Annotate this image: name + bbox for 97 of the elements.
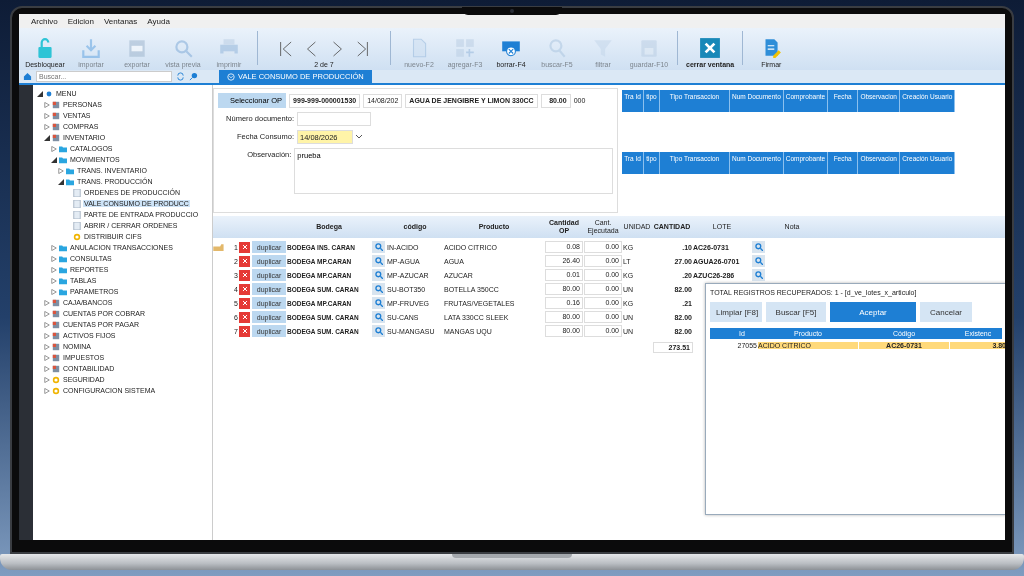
module-icon	[52, 122, 60, 131]
pin-icon[interactable]	[189, 72, 198, 81]
search-icon	[374, 327, 383, 335]
module-icon	[52, 100, 60, 109]
collapsed-arrow-icon[interactable]	[44, 343, 50, 350]
search-button[interactable]	[372, 297, 385, 309]
dialog-button[interactable]: Limpiar [F8]	[710, 302, 762, 322]
magnifier-icon	[172, 37, 194, 59]
next-icon[interactable]	[330, 39, 344, 59]
dialog-button[interactable]: Aceptar	[830, 302, 916, 322]
close-icon	[241, 300, 248, 306]
last-record-icon[interactable]	[356, 39, 370, 59]
circle-chevron-icon	[227, 72, 235, 81]
search-button[interactable]	[752, 255, 765, 267]
first-record-icon[interactable]	[278, 39, 292, 59]
collapsed-arrow-icon[interactable]	[44, 354, 50, 361]
search-icon	[754, 271, 763, 279]
search-button[interactable]	[372, 283, 385, 295]
module-icon	[52, 353, 60, 362]
gear-icon	[73, 232, 81, 241]
collapsed-arrow-icon[interactable]	[44, 310, 50, 317]
search-button[interactable]	[752, 241, 765, 253]
close-icon	[241, 258, 248, 264]
search-icon	[374, 313, 383, 321]
search-icon	[374, 299, 383, 307]
delete-row-button[interactable]	[239, 269, 250, 281]
search-icon	[754, 257, 763, 265]
search-button[interactable]	[372, 325, 385, 337]
collapsed-arrow-icon[interactable]	[44, 321, 50, 328]
module-icon	[52, 133, 60, 142]
menubar-item[interactable]: Archivo	[31, 16, 58, 26]
delete-row-button[interactable]	[239, 297, 250, 309]
search-icon	[374, 271, 383, 279]
collapsed-arrow-icon[interactable]	[51, 244, 57, 251]
module-icon	[52, 298, 60, 307]
delete-row-button[interactable]	[239, 255, 250, 267]
collapsed-arrow-icon[interactable]	[44, 376, 50, 383]
collapsed-arrow-icon[interactable]	[51, 145, 57, 152]
save-icon	[638, 37, 660, 59]
search-button[interactable]	[372, 255, 385, 267]
module-icon	[52, 364, 60, 373]
expanded-arrow-icon[interactable]	[44, 134, 50, 141]
close-icon	[699, 37, 722, 59]
dot-icon	[45, 89, 53, 98]
menubar-item[interactable]: Ayuda	[147, 16, 170, 26]
spreadsheet-icon	[126, 37, 148, 59]
expanded-arrow-icon[interactable]	[37, 90, 43, 97]
module-icon	[52, 111, 60, 120]
home-icon[interactable]	[23, 72, 32, 81]
menubar-item[interactable]: Ventanas	[103, 16, 138, 26]
search-icon	[754, 243, 763, 251]
filter-icon	[592, 37, 614, 59]
search-icon	[374, 285, 383, 293]
collapsed-arrow-icon[interactable]	[44, 365, 50, 372]
delete-row-button[interactable]	[239, 325, 250, 337]
collapsed-arrow-icon[interactable]	[44, 101, 50, 108]
search-button[interactable]	[372, 269, 385, 281]
close-icon	[241, 272, 248, 278]
menubar-item[interactable]: Edicion	[67, 16, 94, 26]
delete-row-button[interactable]	[239, 283, 250, 295]
dropdown-caret-icon[interactable]	[355, 133, 363, 141]
download-icon	[80, 37, 102, 59]
module-icon	[52, 309, 60, 318]
collapsed-arrow-icon[interactable]	[44, 112, 50, 119]
document-number-field[interactable]	[297, 112, 371, 126]
search-button[interactable]	[372, 311, 385, 323]
expanded-arrow-icon[interactable]	[51, 156, 57, 163]
delete-row-button[interactable]	[239, 311, 250, 323]
search-button[interactable]	[372, 241, 385, 253]
collapsed-arrow-icon[interactable]	[44, 123, 50, 130]
search-icon	[374, 243, 383, 251]
collapsed-arrow-icon[interactable]	[44, 332, 50, 339]
module-icon	[52, 331, 60, 340]
add-grid-icon	[454, 37, 476, 59]
search-icon	[546, 37, 568, 59]
close-icon	[241, 286, 248, 292]
module-icon	[52, 342, 60, 351]
previous-icon[interactable]	[304, 39, 318, 59]
delete-row-button[interactable]	[239, 241, 250, 253]
collapsed-arrow-icon[interactable]	[51, 255, 57, 262]
collapsed-arrow-icon[interactable]	[44, 387, 50, 394]
refresh-icon[interactable]	[176, 72, 185, 81]
collapsed-arrow-icon[interactable]	[44, 299, 50, 306]
collapsed-arrow-icon[interactable]	[58, 167, 64, 174]
camera-dot	[510, 9, 514, 13]
module-icon	[52, 320, 60, 329]
close-icon	[241, 244, 248, 250]
dialog-button[interactable]: Buscar [F5]	[766, 302, 826, 322]
expanded-arrow-icon[interactable]	[58, 178, 64, 185]
dialog-button[interactable]: Cancelar	[920, 302, 972, 322]
collapsed-arrow-icon[interactable]	[51, 288, 57, 295]
collapsed-arrow-icon[interactable]	[51, 266, 57, 273]
search-button[interactable]	[752, 269, 765, 281]
collapsed-arrow-icon[interactable]	[51, 277, 57, 284]
close-icon	[241, 328, 248, 334]
close-icon	[241, 314, 248, 320]
search-icon	[374, 257, 383, 265]
